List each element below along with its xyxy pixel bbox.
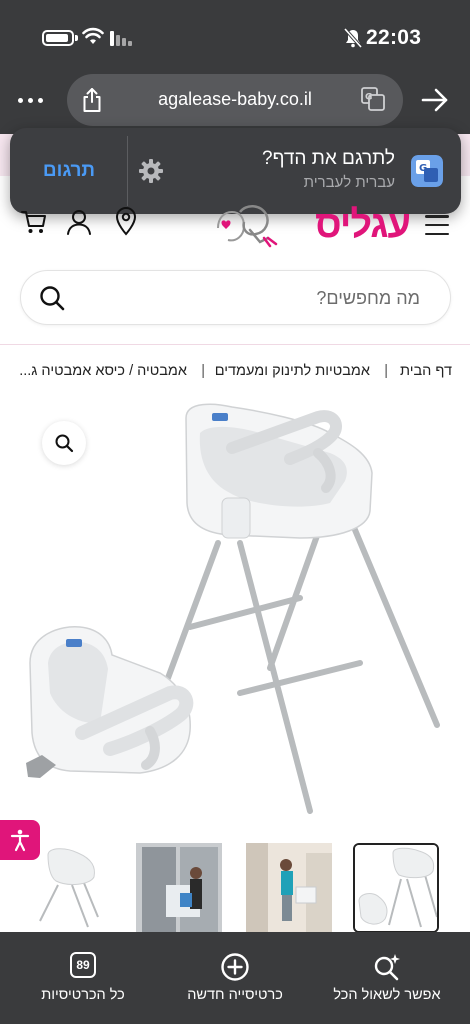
accessibility-icon	[10, 829, 30, 852]
divider	[0, 344, 470, 345]
ask-anything-label: אפשר לשאול הכל	[333, 987, 441, 1003]
user-icon[interactable]	[66, 208, 92, 236]
google-translate-icon: G	[411, 155, 443, 187]
new-tab-label: כרטיסייה חדשה	[187, 987, 283, 1003]
logo-mascot-icon	[217, 205, 278, 248]
url-text: agalease-baby.co.il	[158, 89, 312, 109]
thumbnail-strip	[0, 843, 470, 935]
location-pin-icon[interactable]	[114, 206, 138, 236]
translate-popup-title: לתרגם את הדף?	[262, 148, 395, 169]
breadcrumb-item-category[interactable]: אמבטיות לתינוק ומעמדים	[215, 363, 370, 379]
search-icon[interactable]	[38, 284, 66, 312]
breadcrumb: דף הבית | אמבטיות לתינוק ומעמדים | אמבטי…	[0, 360, 470, 384]
wifi-icon	[82, 27, 104, 44]
page: 22:03 agalease-baby.co.il G תרגום לתרגם …	[0, 0, 470, 1024]
new-tab-button[interactable]: כרטיסייה חדשה	[160, 932, 310, 1024]
search-input[interactable]: מה מחפשים?	[316, 288, 420, 309]
breadcrumb-separator: |	[201, 363, 205, 379]
translate-popup-subtitle: עברית לעברית	[303, 174, 395, 191]
hamburger-menu-icon[interactable]	[425, 215, 449, 235]
battery-icon	[42, 30, 74, 46]
site-logo[interactable]: עגליס	[210, 200, 411, 252]
plus-circle-icon	[221, 953, 249, 981]
bell-muted-icon	[344, 28, 362, 48]
svg-text:G: G	[365, 93, 372, 103]
bottom-toolbar: אפשר לשאול הכל כרטיסייה חדשה 89 כל הכרטי…	[0, 932, 470, 1024]
search-bar[interactable]: מה מחפשים?	[20, 270, 451, 325]
zoom-icon	[55, 434, 74, 453]
all-tabs-label: כל הכרטיסיות	[41, 987, 125, 1003]
zoom-button[interactable]	[42, 421, 86, 465]
ask-anything-button[interactable]: אפשר לשאול הכל	[312, 932, 462, 1024]
translate-icon[interactable]: G	[361, 87, 385, 111]
all-tabs-button[interactable]: 89 כל הכרטיסיות	[8, 932, 158, 1024]
browser-toolbar: agalease-baby.co.il G	[0, 70, 470, 134]
status-bar: 22:03	[0, 0, 470, 70]
cart-icon[interactable]	[20, 208, 48, 236]
thumbnail-3[interactable]	[136, 843, 222, 933]
logo-wordmark: עגליס	[315, 204, 411, 246]
forward-arrow-icon[interactable]	[420, 86, 450, 114]
address-bar[interactable]: agalease-baby.co.il G	[67, 74, 403, 126]
breadcrumb-item-product: אמבטיה / כיסא אמבטיה ג...	[19, 363, 187, 379]
thumbnail-1[interactable]	[353, 843, 439, 933]
signal-icon	[110, 30, 132, 46]
tabs-icon: 89	[70, 952, 96, 978]
thumbnail-4[interactable]	[28, 843, 114, 933]
svg-text:G: G	[419, 163, 427, 174]
more-icon[interactable]	[18, 92, 52, 108]
gear-icon[interactable]	[138, 158, 164, 184]
search-sparkle-icon	[374, 954, 400, 981]
thumbnail-2[interactable]	[246, 843, 332, 933]
breadcrumb-separator: |	[384, 363, 388, 379]
breadcrumb-item-home[interactable]: דף הבית	[400, 363, 452, 379]
site-header: עגליס	[0, 200, 470, 256]
accessibility-button[interactable]	[0, 820, 40, 860]
clock: 22:03	[366, 26, 422, 49]
